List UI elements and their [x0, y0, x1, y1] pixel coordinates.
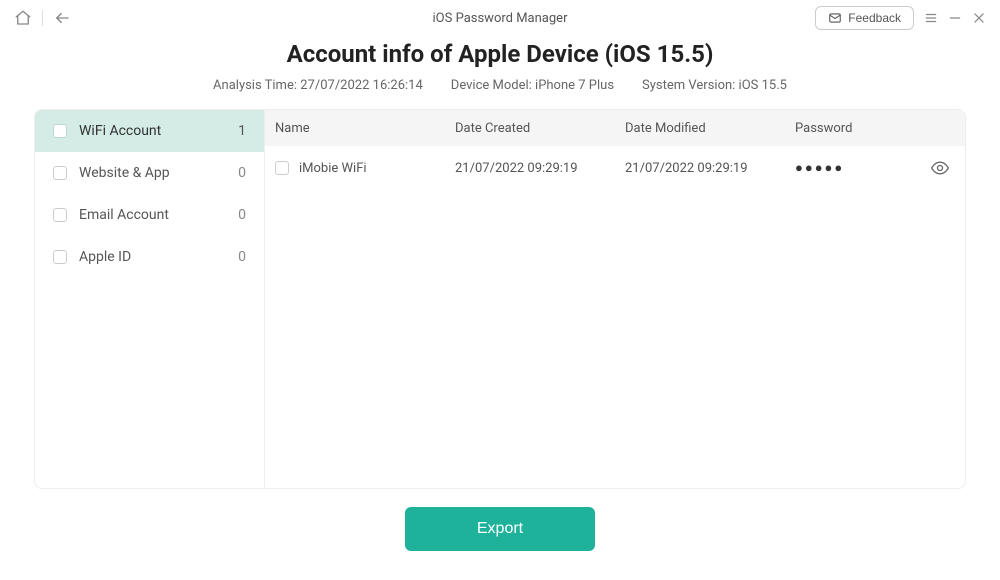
table-area: Name Date Created Date Modified Password… [265, 110, 965, 488]
feedback-label: Feedback [848, 11, 901, 25]
sidebar-item-email-account[interactable]: Email Account 0 [35, 194, 264, 236]
cell-modified: 21/07/2022 09:29:19 [625, 161, 795, 176]
meta-row: Analysis Time27/07/2022 16:26:14 Device … [0, 78, 1000, 93]
titlebar-right: Feedback [815, 6, 988, 30]
sidebar-item-count: 0 [238, 249, 246, 265]
sidebar-item-website-app[interactable]: Website & App 0 [35, 152, 264, 194]
close-icon[interactable] [970, 9, 988, 27]
meta-version-label: System Version [642, 78, 739, 93]
home-icon[interactable] [12, 7, 34, 29]
meta-model: Device ModeliPhone 7 Plus [451, 78, 614, 93]
minimize-icon[interactable] [946, 9, 964, 27]
cell-created: 21/07/2022 09:29:19 [455, 161, 625, 176]
checkbox[interactable] [53, 124, 67, 138]
checkbox[interactable] [53, 166, 67, 180]
meta-model-value: iPhone 7 Plus [535, 78, 614, 93]
checkbox[interactable] [275, 161, 289, 175]
sidebar-item-label: WiFi Account [79, 123, 238, 139]
cell-name: iMobie WiFi [275, 161, 455, 176]
th-name: Name [275, 121, 455, 136]
meta-model-label: Device Model [451, 78, 535, 93]
mail-icon [828, 11, 842, 25]
sidebar: WiFi Account 1 Website & App 0 Email Acc… [35, 110, 265, 488]
table-header: Name Date Created Date Modified Password [265, 110, 965, 146]
cell-password: ●●●●● [795, 160, 915, 176]
checkbox[interactable] [53, 250, 67, 264]
sidebar-item-label: Website & App [79, 165, 238, 181]
checkbox[interactable] [53, 208, 67, 222]
window-controls [922, 9, 988, 27]
titlebar-left [12, 7, 73, 29]
row-name: iMobie WiFi [299, 161, 367, 176]
th-password: Password [795, 121, 915, 136]
th-created: Date Created [455, 121, 625, 136]
separator [42, 10, 43, 26]
menu-icon[interactable] [922, 9, 940, 27]
headings: Account info of Apple Device (iOS 15.5) … [0, 40, 1000, 93]
meta-analysis: Analysis Time27/07/2022 16:26:14 [213, 78, 423, 93]
titlebar: iOS Password Manager Feedback [0, 0, 1000, 36]
meta-analysis-value: 27/07/2022 16:26:14 [300, 78, 423, 93]
export-button[interactable]: Export [405, 507, 595, 551]
page-title: Account info of Apple Device (iOS 15.5) [0, 40, 1000, 68]
meta-version-value: iOS 15.5 [739, 78, 787, 93]
feedback-button[interactable]: Feedback [815, 6, 914, 30]
meta-version: System VersioniOS 15.5 [642, 78, 787, 93]
sidebar-item-count: 1 [238, 123, 246, 139]
sidebar-item-label: Email Account [79, 207, 238, 223]
content-area: WiFi Account 1 Website & App 0 Email Acc… [34, 109, 966, 489]
sidebar-item-count: 0 [238, 207, 246, 223]
sidebar-item-label: Apple ID [79, 249, 238, 265]
th-modified: Date Modified [625, 121, 795, 136]
eye-icon[interactable] [930, 158, 950, 178]
app-title: iOS Password Manager [433, 11, 568, 26]
sidebar-item-wifi-account[interactable]: WiFi Account 1 [35, 110, 264, 152]
sidebar-item-apple-id[interactable]: Apple ID 0 [35, 236, 264, 278]
cell-reveal [915, 158, 965, 178]
table-row[interactable]: iMobie WiFi 21/07/2022 09:29:19 21/07/20… [265, 146, 965, 190]
back-icon[interactable] [51, 7, 73, 29]
sidebar-item-count: 0 [238, 165, 246, 181]
meta-analysis-label: Analysis Time [213, 78, 300, 93]
